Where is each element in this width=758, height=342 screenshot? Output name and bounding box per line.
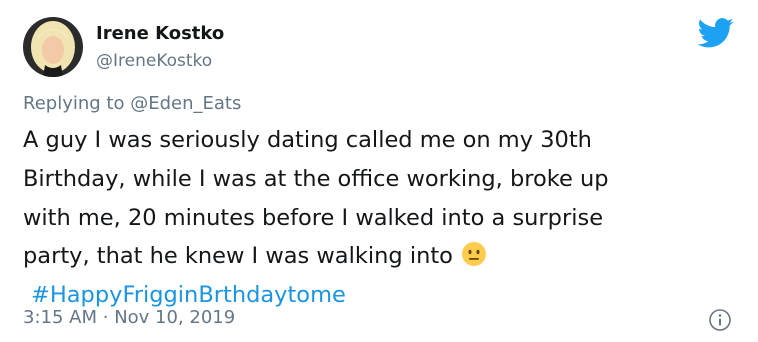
tweet-body: A guy I was seriously dating called me o… — [23, 121, 743, 315]
meta-separator: · — [102, 307, 109, 328]
twitter-bird-icon[interactable] — [697, 18, 734, 48]
reply-mention-link[interactable]: @Eden_Eats — [130, 93, 241, 114]
tweet-card: Irene Kostko @IreneKostko Replying to @E… — [0, 0, 758, 342]
hashtag-link[interactable]: #HappyFrigginBrthdaytome — [31, 282, 346, 308]
tweet-date: Nov 10, 2019 — [114, 307, 236, 328]
neutral-face-emoji — [461, 241, 487, 267]
avatar[interactable] — [23, 17, 83, 77]
timestamp[interactable]: 3:15 AM · Nov 10, 2019 — [23, 306, 235, 330]
tweet-time: 3:15 AM — [23, 307, 97, 328]
info-icon[interactable] — [708, 308, 732, 332]
reply-prefix: Replying to — [23, 93, 125, 114]
reply-context: Replying to @Eden_Eats — [23, 92, 241, 116]
display-name[interactable]: Irene Kostko — [96, 23, 224, 45]
tweet-text: A guy I was seriously dating called me o… — [23, 127, 609, 270]
handle[interactable]: @IreneKostko — [96, 50, 212, 72]
